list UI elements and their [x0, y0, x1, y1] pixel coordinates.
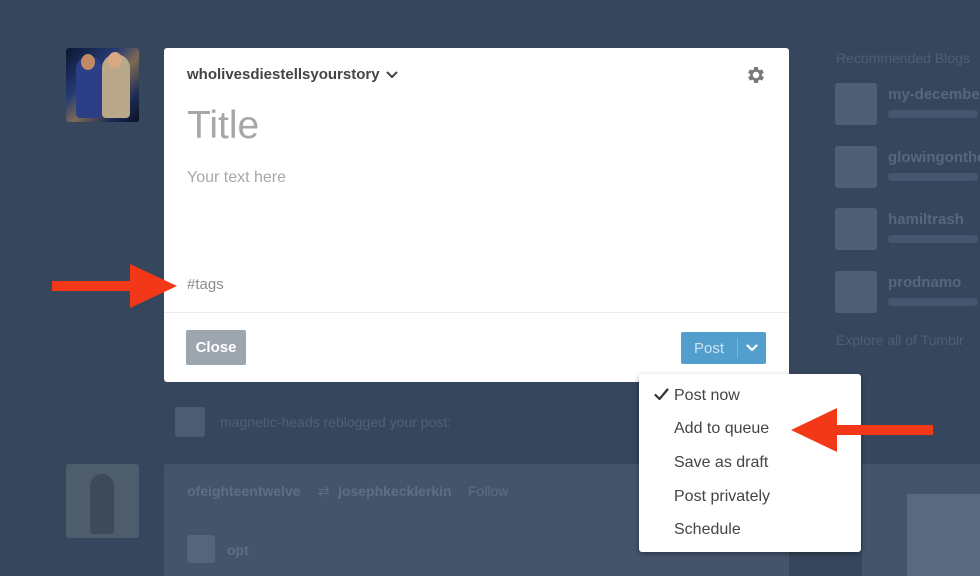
- chevron-down-icon: [746, 344, 758, 352]
- recommended-blog-avatar[interactable]: [835, 271, 877, 313]
- post-inline-avatar: [187, 535, 215, 563]
- checkmark-icon: [654, 388, 669, 406]
- chevron-down-icon: [386, 71, 398, 79]
- recommended-blog-avatar[interactable]: [835, 146, 877, 188]
- explore-link[interactable]: Explore all of Tumblr: [836, 332, 964, 348]
- recommended-heading: Recommended Blogs: [836, 50, 970, 66]
- recommended-blog-subtitle: [888, 298, 978, 306]
- post-options-menu: Post now Add to queue Save as draft Post…: [639, 374, 861, 552]
- reblog-notice-text: magnetic-heads reblogged your post:: [220, 414, 452, 430]
- menu-item-label: Schedule: [674, 521, 741, 539]
- menu-item-label: Save as draft: [674, 453, 769, 471]
- menu-item-post-privately[interactable]: Post privately: [639, 480, 861, 514]
- post-text: opt: [227, 542, 249, 558]
- recommended-blog-name[interactable]: my-december: [888, 86, 980, 103]
- post-blog-name[interactable]: ofeighteentwelve: [187, 483, 301, 499]
- title-field[interactable]: Title: [187, 104, 259, 148]
- menu-item-label: Post now: [674, 386, 740, 404]
- post-options-toggle[interactable]: [738, 344, 766, 352]
- user-avatar[interactable]: [66, 48, 139, 122]
- arrow-right-icon: [52, 264, 177, 308]
- arrow-left-icon: [791, 408, 933, 452]
- radar-image[interactable]: [907, 494, 980, 576]
- body-text-field[interactable]: Your text here: [187, 169, 286, 187]
- recommended-blog-avatar[interactable]: [835, 83, 877, 125]
- close-button[interactable]: Close: [186, 330, 246, 365]
- recommended-blog-subtitle: [888, 235, 978, 243]
- tags-field[interactable]: #tags: [187, 276, 224, 293]
- text-post-modal: wholivesdiestellsyourstory Title Your te…: [164, 48, 789, 382]
- reblog-icon: ⇄: [318, 483, 330, 499]
- recommended-blog-name[interactable]: prodnamo: [888, 274, 961, 291]
- post-author-avatar[interactable]: [66, 464, 139, 538]
- recommended-blog-avatar[interactable]: [835, 208, 877, 250]
- menu-item-label: Add to queue: [674, 420, 770, 438]
- post-button-label[interactable]: Post: [681, 340, 737, 357]
- blog-selector[interactable]: wholivesdiestellsyourstory: [187, 66, 398, 83]
- recommended-blog-subtitle: [888, 110, 978, 118]
- modal-divider: [164, 312, 789, 313]
- follow-link[interactable]: Follow: [468, 483, 508, 499]
- recommended-blog-name[interactable]: glowingonthe: [888, 149, 980, 166]
- menu-item-label: Post privately: [674, 487, 771, 505]
- gear-icon[interactable]: [745, 64, 767, 86]
- recommended-blog-subtitle: [888, 173, 978, 181]
- blog-name: wholivesdiestellsyourstory: [187, 66, 380, 83]
- menu-item-schedule[interactable]: Schedule: [639, 513, 861, 547]
- post-button[interactable]: Post: [681, 332, 766, 364]
- recommended-blog-name[interactable]: hamiltrash: [888, 211, 964, 228]
- reblogged-from-name[interactable]: josephkecklerkin: [338, 483, 452, 499]
- notice-avatar: [175, 407, 205, 437]
